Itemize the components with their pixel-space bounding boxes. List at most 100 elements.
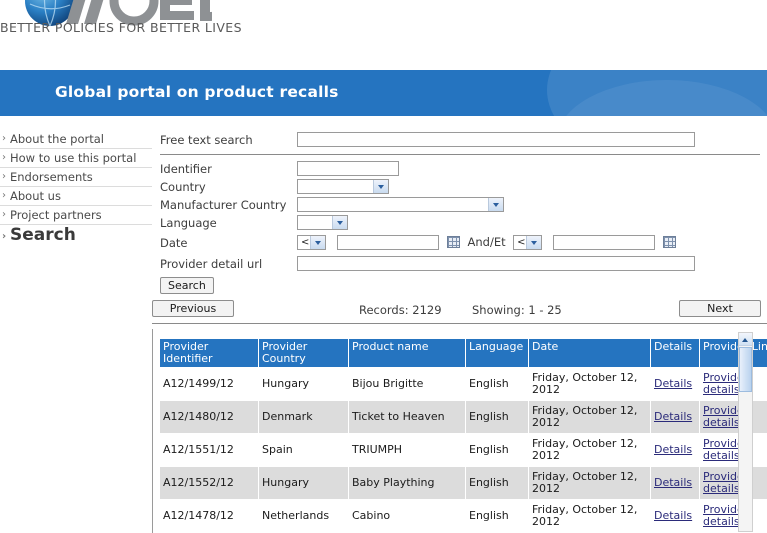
column-header-provider-identifier[interactable]: Provider Identifier: [159, 338, 259, 368]
cell-provider-identifier: A12/1478/12: [159, 499, 259, 533]
site-logo-area: BETTER POLICIES FOR BETTER LIVES: [0, 0, 767, 46]
provider-url-row: Provider detail url: [160, 254, 760, 273]
results-panel: Provider Identifier Provider Country Pro…: [152, 329, 767, 533]
manufacturer-country-select[interactable]: [297, 197, 504, 212]
cell-language: English: [465, 499, 529, 533]
cell-language: English: [465, 400, 529, 434]
language-row: Language: [160, 215, 760, 232]
chevron-right-icon: ›: [2, 133, 6, 144]
sidebar-item-project-partners[interactable]: › Project partners: [0, 206, 152, 225]
cell-provider-link: Provider details: [699, 400, 767, 434]
provider-url-input[interactable]: [297, 256, 695, 271]
search-button[interactable]: Search: [160, 277, 214, 294]
cell-provider-country: Spain: [258, 433, 349, 467]
records-count: Records: 2129: [359, 303, 442, 317]
sidebar-item-endorsements[interactable]: › Endorsements: [0, 168, 152, 187]
results-vertical-scrollbar[interactable]: [738, 332, 753, 532]
sidebar-item-label: How to use this portal: [10, 151, 137, 165]
chevron-down-icon: [526, 236, 542, 249]
table-row[interactable]: A12/1480/12 Denmark Ticket to Heaven Eng…: [159, 400, 767, 434]
calendar-icon[interactable]: [447, 236, 460, 248]
cell-details: Details: [650, 400, 700, 434]
column-header-date[interactable]: Date: [528, 338, 651, 368]
calendar-icon[interactable]: [663, 236, 677, 248]
cell-details: Details: [650, 466, 700, 500]
date-label: Date: [160, 236, 188, 250]
cell-provider-country: Hungary: [258, 466, 349, 500]
provider-url-label: Provider detail url: [160, 257, 263, 271]
date-from-operator-select[interactable]: <: [297, 235, 326, 250]
cell-product-name: Ticket to Heaven: [348, 400, 466, 434]
page-root: BETTER POLICIES FOR BETTER LIVES Global …: [0, 0, 767, 533]
form-divider: [160, 154, 760, 155]
date-to-input[interactable]: [552, 235, 655, 250]
identifier-input[interactable]: [297, 161, 399, 176]
free-text-search-input[interactable]: [297, 132, 695, 147]
sidebar-item-label: Project partners: [10, 208, 102, 222]
cell-provider-identifier: A12/1499/12: [159, 367, 259, 401]
details-link[interactable]: Details: [654, 410, 692, 423]
table-row[interactable]: A12/1551/12 Spain TRIUMPH English Friday…: [159, 433, 767, 467]
previous-button[interactable]: Previous: [152, 300, 234, 317]
sidebar-nav: › About the portal › How to use this por…: [0, 130, 152, 245]
language-label: Language: [160, 216, 217, 230]
next-button[interactable]: Next: [679, 300, 761, 317]
cell-date: Friday, October 12, 2012: [528, 433, 651, 467]
showing-range: Showing: 1 - 25: [472, 303, 562, 317]
free-text-label: Free text search: [160, 133, 253, 147]
cell-details: Details: [650, 367, 700, 401]
date-to-operator-value: <: [517, 237, 526, 248]
column-header-details[interactable]: Details: [650, 338, 700, 368]
table-row[interactable]: A12/1499/12 Hungary Bijou Brigitte Engli…: [159, 367, 767, 401]
date-conjunction-label: And/Et: [467, 235, 506, 249]
cell-product-name: Cabino: [348, 499, 466, 533]
details-link[interactable]: Details: [654, 443, 692, 456]
sidebar-item-label: Endorsements: [10, 170, 93, 184]
date-to-operator-select[interactable]: <: [513, 235, 543, 250]
country-label: Country: [160, 180, 206, 194]
table-row[interactable]: A12/1552/12 Hungary Baby Plaything Engli…: [159, 466, 767, 500]
sidebar-item-search[interactable]: › Search: [0, 225, 152, 245]
language-select[interactable]: [297, 215, 348, 230]
table-row[interactable]: A12/1478/12 Netherlands Cabino English F…: [159, 499, 767, 533]
column-header-product-name[interactable]: Product name: [348, 338, 466, 368]
cell-date: Friday, October 12, 2012: [528, 466, 651, 500]
cell-product-name: Baby Plaything: [348, 466, 466, 500]
chevron-down-icon: [332, 216, 347, 229]
cell-provider-identifier: A12/1480/12: [159, 400, 259, 434]
logo-tagline: BETTER POLICIES FOR BETTER LIVES: [0, 20, 242, 35]
cell-provider-country: Hungary: [258, 367, 349, 401]
site-banner: Global portal on product recalls: [0, 70, 767, 116]
sidebar-item-how-to-use-this-portal[interactable]: › How to use this portal: [0, 149, 152, 168]
scroll-up-arrow-icon[interactable]: [739, 333, 752, 346]
country-select[interactable]: [297, 179, 389, 194]
cell-provider-link: Provider details: [699, 466, 767, 500]
search-button-row: Search: [160, 274, 760, 294]
cell-product-name: Bijou Brigitte: [348, 367, 466, 401]
results-table: Provider Identifier Provider Country Pro…: [159, 338, 767, 533]
cell-provider-identifier: A12/1551/12: [159, 433, 259, 467]
column-header-language[interactable]: Language: [465, 338, 529, 368]
sidebar-item-about-us[interactable]: › About us: [0, 187, 152, 206]
cell-details: Details: [650, 433, 700, 467]
cell-provider-country: Denmark: [258, 400, 349, 434]
cell-language: English: [465, 466, 529, 500]
column-header-provider-country[interactable]: Provider Country: [258, 338, 349, 368]
chevron-down-icon: [373, 180, 388, 193]
cell-date: Friday, October 12, 2012: [528, 400, 651, 434]
cell-provider-link: Provider details: [699, 499, 767, 533]
identifier-label: Identifier: [160, 162, 212, 176]
sidebar-item-about-the-portal[interactable]: › About the portal: [0, 130, 152, 149]
scrollbar-thumb[interactable]: [739, 347, 752, 392]
chevron-right-icon: ›: [2, 171, 6, 182]
cell-product-name: TRIUMPH: [348, 433, 466, 467]
chevron-right-icon: ›: [2, 190, 6, 201]
pager-divider: [152, 323, 767, 324]
chevron-down-icon: [488, 198, 503, 211]
details-link[interactable]: Details: [654, 377, 692, 390]
date-from-input[interactable]: [336, 235, 439, 250]
details-link[interactable]: Details: [654, 509, 692, 522]
cell-provider-link: Provider details: [699, 367, 767, 401]
details-link[interactable]: Details: [654, 476, 692, 489]
column-header-provider-link[interactable]: Provider Link: [699, 338, 767, 368]
